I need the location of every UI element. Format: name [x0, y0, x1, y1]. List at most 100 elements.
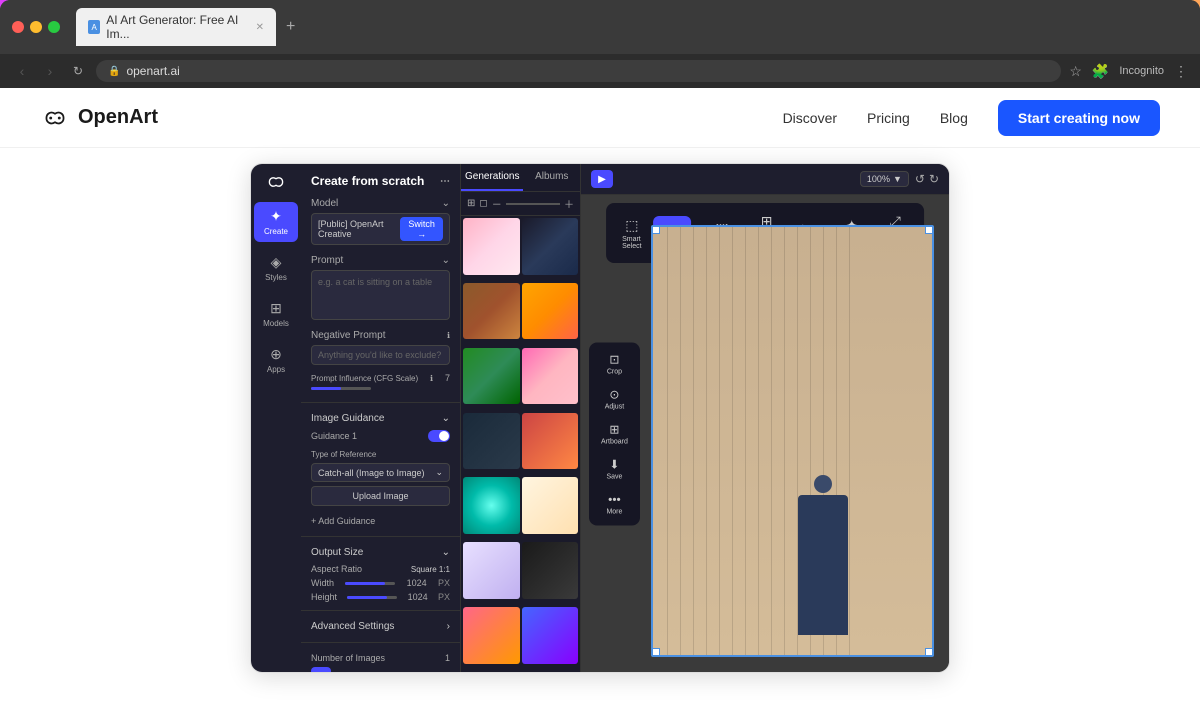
- zoom-out-icon[interactable]: －: [492, 196, 502, 211]
- gallery-panel: Generations Albums ⊞ ◻ － ＋: [461, 164, 581, 672]
- nav-pricing[interactable]: Pricing: [867, 110, 910, 126]
- nav-discover[interactable]: Discover: [783, 110, 837, 126]
- type-selector[interactable]: Catch-all (Image to Image) ⌄: [311, 463, 450, 482]
- gallery-tabs: Generations Albums: [461, 164, 580, 192]
- grid-view-icon[interactable]: ⊞: [467, 198, 475, 209]
- menu-icon[interactable]: ⋮: [1174, 63, 1188, 80]
- neg-prompt-info-icon: ℹ: [447, 331, 450, 340]
- model-section-row: Model ⌄: [301, 194, 460, 213]
- upload-image-button[interactable]: Upload Image: [311, 486, 450, 506]
- crop-tool[interactable]: ⊡ Crop: [595, 348, 634, 379]
- gallery-thumb-7[interactable]: [463, 413, 520, 470]
- guidance-1-label: Guidance 1: [311, 431, 357, 441]
- select-icon[interactable]: ◻: [479, 198, 487, 209]
- minimize-button[interactable]: [30, 21, 42, 33]
- toggle-thumb: [439, 431, 449, 441]
- zoom-display[interactable]: 100% ▼: [860, 171, 909, 187]
- redo-button[interactable]: ↻: [929, 172, 939, 186]
- panel-title: Create from scratch: [311, 174, 424, 188]
- gallery-thumb-12[interactable]: [522, 542, 579, 599]
- width-slider[interactable]: [345, 582, 395, 585]
- num-images-label: Number of Images: [311, 653, 385, 663]
- smart-select-tool[interactable]: ⬚ Smart Select: [614, 213, 649, 254]
- neg-prompt-textarea[interactable]: Anything you'd like to exclude?: [311, 345, 450, 365]
- artboard-tool[interactable]: ⊞ Artboard: [595, 418, 634, 449]
- new-tab-button[interactable]: +: [280, 18, 301, 36]
- image-guidance-section[interactable]: Image Guidance ⌄: [301, 409, 460, 428]
- logo-icon: [40, 108, 70, 128]
- num-images-value: 1: [445, 653, 450, 663]
- gallery-thumb-8[interactable]: [522, 413, 579, 470]
- aspect-ratio-row: Aspect Ratio Square 1:1: [301, 562, 460, 576]
- selection-corner-tr[interactable]: [925, 226, 933, 234]
- extensions-icon[interactable]: 🧩: [1092, 63, 1109, 80]
- gallery-thumb-14[interactable]: [522, 607, 579, 664]
- save-tool[interactable]: ⬇ Save: [595, 453, 634, 484]
- sidebar-item-models[interactable]: ⊞ Models: [254, 294, 298, 334]
- num-images-slider-row[interactable]: [301, 667, 460, 672]
- canvas-toolbar: ▶ 100% ▼ ↺ ↻: [581, 164, 949, 195]
- close-button[interactable]: [12, 21, 24, 33]
- sidebar-item-apps[interactable]: ⊕ Apps: [254, 340, 298, 380]
- adjust-tool[interactable]: ⊙ Adjust: [595, 383, 634, 414]
- artboard-label: Artboard: [601, 438, 628, 445]
- divider-4: [301, 642, 460, 643]
- model-selector[interactable]: [Public] OpenArt Creative Switch →: [311, 213, 450, 245]
- cfg-slider[interactable]: [311, 387, 371, 390]
- left-panel-wrapper: Create from scratch ⋯ Model ⌄ [Public] O…: [301, 164, 461, 672]
- height-slider[interactable]: [347, 596, 397, 599]
- advanced-settings-section[interactable]: Advanced Settings ›: [301, 617, 460, 636]
- gallery-thumb-5[interactable]: [463, 348, 520, 405]
- reload-button[interactable]: ↻: [68, 64, 88, 78]
- guidance-sub: Guidance 1: [301, 428, 460, 450]
- browser-tab[interactable]: A AI Art Generator: Free AI Im... ✕: [76, 8, 276, 46]
- image-guidance-chevron-icon: ⌄: [442, 413, 450, 424]
- gallery-thumb-2[interactable]: [522, 218, 579, 275]
- gallery-thumb-3[interactable]: [463, 283, 520, 340]
- num-images-row: Number of Images 1: [301, 649, 460, 667]
- type-selector-chevron-icon: ⌄: [435, 467, 443, 478]
- selection-corner-tl[interactable]: [652, 226, 660, 234]
- apps-label: Apps: [267, 365, 285, 374]
- divider-3: [301, 610, 460, 611]
- gallery-thumb-13[interactable]: [463, 607, 520, 664]
- gallery-thumb-4[interactable]: [522, 283, 579, 340]
- selection-corner-br[interactable]: [925, 648, 933, 656]
- gallery-thumb-10[interactable]: [522, 477, 579, 534]
- canvas-background: [653, 227, 932, 655]
- prompt-textarea[interactable]: e.g. a cat is sitting on a table: [311, 270, 450, 320]
- v-line-15: [849, 227, 850, 655]
- output-size-section[interactable]: Output Size ⌄: [301, 543, 460, 562]
- sidebar-item-styles[interactable]: ◈ Styles: [254, 248, 298, 288]
- nav-blog[interactable]: Blog: [940, 110, 968, 126]
- add-guidance-button[interactable]: + Add Guidance: [301, 512, 460, 530]
- gallery-thumb-1[interactable]: [463, 218, 520, 275]
- more-tool[interactable]: ••• More: [595, 488, 634, 519]
- play-button[interactable]: ▶: [591, 170, 613, 188]
- tab-favicon: A: [88, 20, 100, 34]
- address-bar[interactable]: 🔒 openart.ai: [96, 60, 1061, 82]
- back-button[interactable]: ‹: [12, 63, 32, 79]
- forward-button[interactable]: ›: [40, 63, 60, 79]
- switch-button[interactable]: Switch →: [400, 217, 443, 241]
- model-chevron-icon: ⌄: [442, 198, 450, 209]
- undo-button[interactable]: ↺: [915, 172, 925, 186]
- bookmark-icon[interactable]: ☆: [1069, 63, 1082, 80]
- tab-albums[interactable]: Albums: [523, 164, 580, 191]
- start-creating-button[interactable]: Start creating now: [998, 100, 1160, 136]
- smart-select-icon: ⬚: [625, 217, 638, 234]
- gallery-thumb-9[interactable]: [463, 477, 520, 534]
- sidebar-item-create[interactable]: ✦ Create: [254, 202, 298, 242]
- zoom-in-icon[interactable]: ＋: [564, 196, 574, 211]
- maximize-button[interactable]: [48, 21, 60, 33]
- tab-close-icon[interactable]: ✕: [256, 22, 264, 33]
- gallery-thumb-6[interactable]: [522, 348, 579, 405]
- selection-corner-bl[interactable]: [652, 648, 660, 656]
- gallery-thumb-11[interactable]: [463, 542, 520, 599]
- cfg-slider-container[interactable]: [301, 385, 460, 396]
- zoom-slider[interactable]: [506, 203, 560, 205]
- guidance-toggle[interactable]: [428, 430, 450, 442]
- canvas-figure: [798, 495, 848, 635]
- tab-generations[interactable]: Generations: [461, 164, 523, 191]
- panel-scroll[interactable]: Model ⌄ [Public] OpenArt Creative Switch…: [301, 194, 460, 672]
